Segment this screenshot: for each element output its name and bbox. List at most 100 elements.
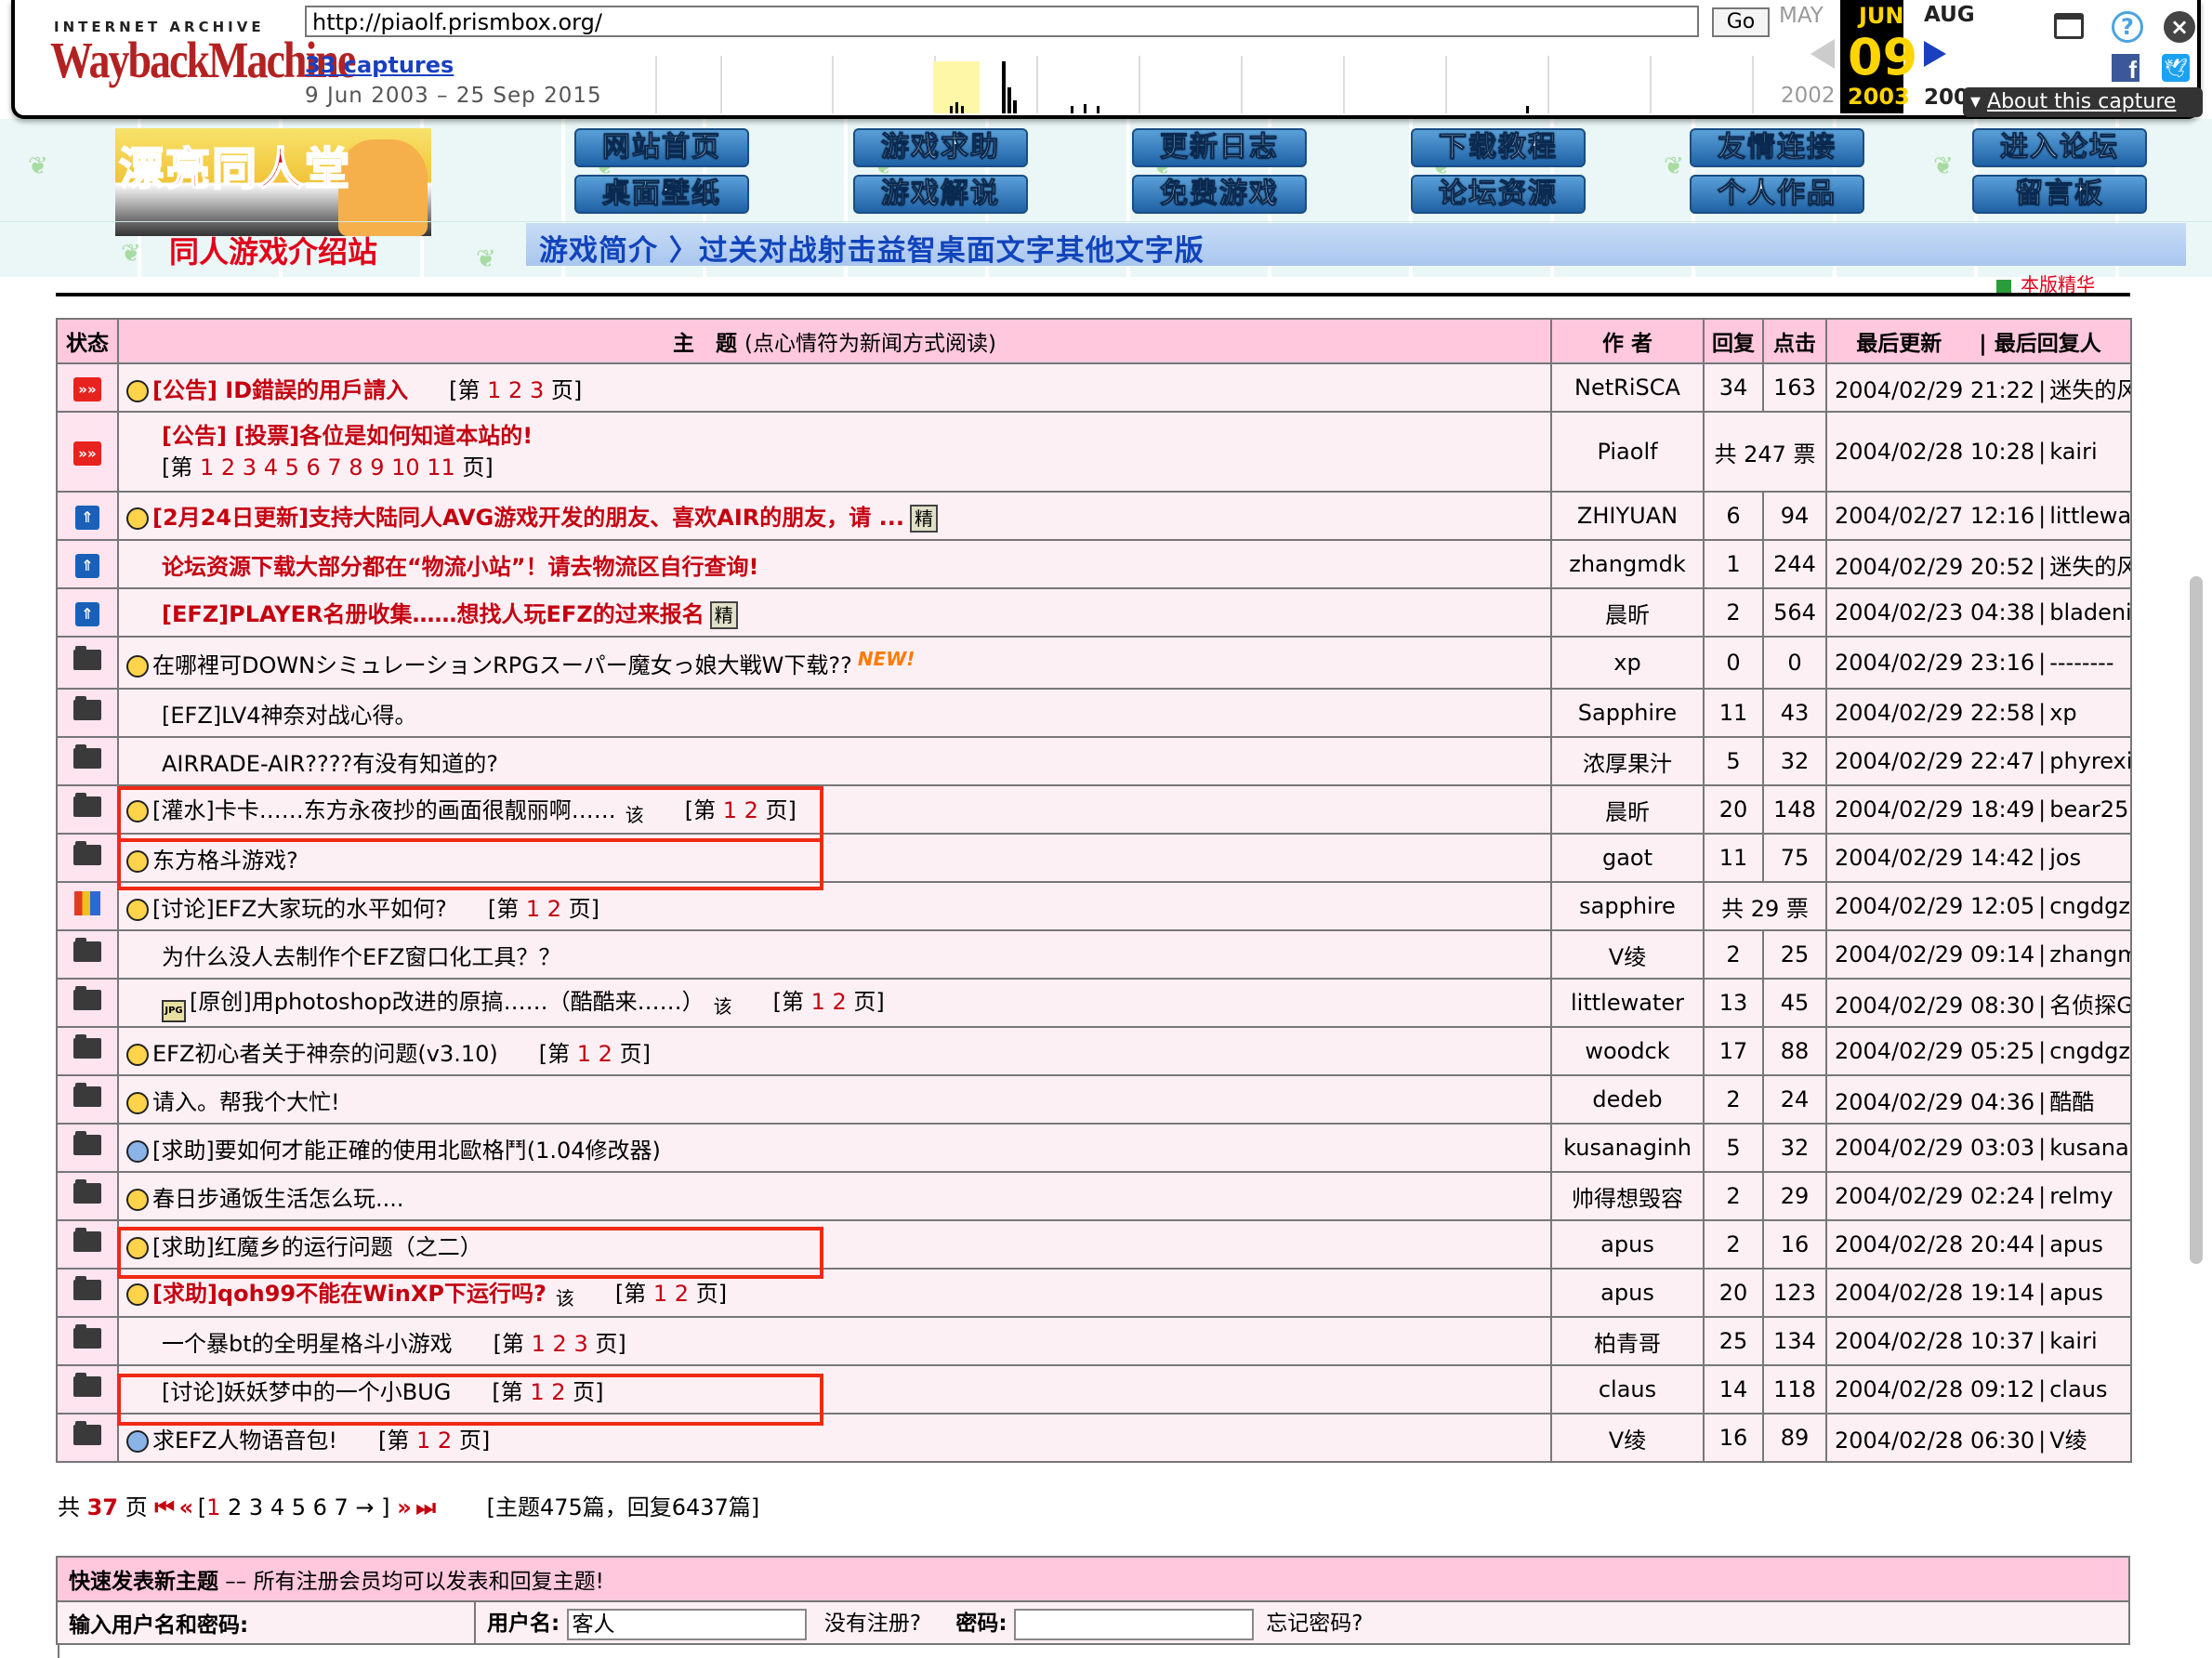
nav-forum-resources[interactable]: 论坛资源	[1411, 175, 1586, 214]
page-links[interactable]: [第 1 2 页]	[539, 1041, 651, 1067]
page-links[interactable]: [第 1 2 页]	[378, 1428, 490, 1454]
subject-cell[interactable]: [2月24日更新]支持大陆同人AVG游戏开发的朋友、喜欢AIR的朋友，请 ...…	[117, 491, 1552, 541]
last-replier[interactable]: bear2518	[2049, 796, 2129, 822]
next-capture-arrow-icon[interactable]	[1924, 41, 1946, 67]
last-replier[interactable]: bladenick	[2049, 599, 2129, 625]
last-replier[interactable]: kairi	[2049, 1328, 2097, 1354]
author[interactable]: NetRiSCA	[1550, 362, 1705, 413]
table-row[interactable]: 为什么没人去制作个EFZ窗口化工具？？ V绫 2 25 2004/02/29 0…	[56, 929, 2132, 980]
topic-title[interactable]: [原创]用photoshop改进的原搞……（酷酷来……）	[190, 989, 704, 1015]
nav-download-tutorial[interactable]: 下载教程	[1411, 128, 1586, 167]
table-row[interactable]: »» [公告] ID錯誤的用戶請入 [第 1 2 3 页] NetRiSCA 34…	[56, 362, 2132, 413]
last-replier[interactable]: claus	[2049, 1376, 2107, 1402]
last-replier[interactable]: xp	[2049, 700, 2076, 726]
last-page-icon[interactable]: ⏭	[415, 1494, 436, 1520]
prev-page-icon[interactable]: «	[179, 1494, 193, 1520]
topic-title[interactable]: [求助]qoh99不能在WinXP下运行吗?	[152, 1281, 546, 1307]
author[interactable]: 晨昕	[1550, 587, 1705, 638]
topic-title[interactable]: [2月24日更新]支持大陆同人AVG游戏开发的朋友、喜欢AIR的朋友，请 ...	[152, 505, 904, 531]
nav-free-games[interactable]: 免费游戏	[1132, 175, 1307, 214]
last-replier[interactable]: kairi	[2049, 439, 2097, 465]
last-replier[interactable]: phyrexian	[2049, 748, 2129, 774]
table-row[interactable]: [求助]要如何才能正確的使用北歐格鬥(1.04修改器) kusanaginh 5…	[56, 1123, 2132, 1173]
last-replier[interactable]: kusanaginh	[2049, 1135, 2129, 1161]
author[interactable]: 晨昕	[1550, 784, 1705, 835]
last-replier[interactable]: 迷失的风儿	[2049, 377, 2129, 403]
author[interactable]: littlewater	[1550, 978, 1705, 1028]
last-replier[interactable]: 酷酷	[2049, 1089, 2094, 1115]
topic-title[interactable]: [公告] ID錯誤的用戶請入	[152, 377, 408, 403]
author[interactable]: kusanaginh	[1550, 1123, 1705, 1173]
page-links[interactable]: [第 1 2 页]	[773, 989, 885, 1015]
last-replier[interactable]: apus	[2049, 1280, 2103, 1306]
author[interactable]: apus	[1550, 1219, 1705, 1270]
page-links[interactable]: [第 1 2 3 页]	[494, 1331, 626, 1357]
table-row[interactable]: AIRRADE-AIR????有没有知道的? 浓厚果汁 5 32 2004/02…	[56, 736, 2132, 786]
author[interactable]: 浓厚果汁	[1550, 736, 1705, 786]
topic-title[interactable]: [EFZ]PLAYER名册收集……想找人玩EFZ的过来报名	[162, 601, 704, 627]
forgot-password-link[interactable]: 忘记密码?	[1266, 1612, 1363, 1636]
table-row[interactable]: ⇑ [EFZ]PLAYER名册收集……想找人玩EFZ的过来报名精 晨昕 2 56…	[56, 587, 2132, 638]
nav-home[interactable]: 网站首页	[574, 128, 749, 167]
captures-link[interactable]: 33 captures	[305, 52, 454, 78]
table-row[interactable]: EFZ初心者关于神奈的问题(v3.10) [第 1 2 页] woodck 17 …	[56, 1026, 2132, 1076]
topic-title[interactable]: 为什么没人去制作个EFZ窗口化工具？？	[162, 944, 560, 970]
username-input[interactable]: 客人	[566, 1608, 807, 1640]
subject-cell[interactable]: [EFZ]LV4神奈对战心得。	[117, 688, 1552, 738]
subject-cell[interactable]: [公告] ID錯誤的用戶請入 [第 1 2 3 页]	[117, 362, 1552, 413]
page-links[interactable]: [第 1 2 3 页]	[449, 377, 582, 403]
subject-cell[interactable]: 为什么没人去制作个EFZ窗口化工具？？	[117, 929, 1552, 980]
calendar-icon[interactable]	[2054, 13, 2084, 39]
month-prev[interactable]: MAY	[1779, 4, 1824, 28]
author[interactable]: 帅得想毁容	[1550, 1171, 1705, 1221]
subject-cell[interactable]: 一个暴bt的全明星格斗小游戏 [第 1 2 3 页]	[117, 1316, 1552, 1366]
close-icon[interactable]: ×	[2164, 11, 2195, 43]
subject-cell[interactable]: EFZ初心者关于神奈的问题(v3.10) [第 1 2 页]	[117, 1026, 1552, 1076]
topic-title[interactable]: [求助]要如何才能正確的使用北歐格鬥(1.04修改器)	[152, 1138, 661, 1164]
topic-title[interactable]: 论坛资源下载大部分都在“物流小站”！请去物流区自行查询!	[162, 554, 759, 580]
page-links[interactable]: [第 1 2 页]	[615, 1281, 727, 1307]
subject-cell[interactable]: 论坛资源下载大部分都在“物流小站”！请去物流区自行查询!	[117, 539, 1552, 589]
last-replier[interactable]: 名侦探GOD	[2049, 993, 2129, 1019]
table-row[interactable]: 请入。帮我个大忙! dedeb 2 24 2004/02/29 04:36 | 酷酷	[56, 1074, 2132, 1125]
topic-title[interactable]: [讨论]EFZ大家玩的水平如何?	[152, 896, 447, 922]
next-page-icon[interactable]: »	[397, 1494, 411, 1520]
nav-friend-links[interactable]: 友情连接	[1690, 128, 1864, 167]
table-row[interactable]: JPG [原创]用photoshop改进的原搞……（酷酷来……） 该 [第 1 2 页…	[56, 978, 2132, 1028]
nav-game-guides[interactable]: 游戏解说	[853, 175, 1028, 214]
first-page-icon[interactable]: ⏮	[154, 1494, 175, 1520]
author[interactable]: Piaolf	[1550, 411, 1705, 493]
topic-title[interactable]: AIRRADE-AIR????有没有知道的?	[162, 751, 498, 777]
last-replier[interactable]: cngdgzyzm	[2049, 1038, 2129, 1064]
table-row[interactable]: »» [公告] [投票]各位是如何知道本站的! [第 1 2 3 4 5 6 7 …	[56, 411, 2132, 493]
about-capture-dropdown[interactable]: ▾ About this capture	[1963, 87, 2203, 117]
last-replier[interactable]: 迷失的风儿	[2049, 554, 2129, 580]
author[interactable]: V绫	[1550, 1413, 1705, 1463]
author[interactable]: Sapphire	[1550, 688, 1705, 738]
capture-sparkline[interactable]	[600, 56, 1790, 113]
author[interactable]: ZHIYUAN	[1550, 491, 1705, 541]
year-prev[interactable]: 2002	[1781, 84, 1836, 108]
register-link[interactable]: 没有注册?	[824, 1612, 921, 1636]
author[interactable]: dedeb	[1550, 1074, 1705, 1125]
author[interactable]: zhangmdk	[1550, 539, 1705, 589]
topic-title[interactable]: EFZ初心者关于神奈的问题(v3.10)	[152, 1041, 498, 1067]
author[interactable]: claus	[1550, 1364, 1705, 1415]
last-replier[interactable]: jos	[2049, 845, 2081, 871]
nav-game-help[interactable]: 游戏求助	[853, 128, 1028, 167]
topic-title[interactable]: 请入。帮我个大忙!	[152, 1089, 340, 1115]
author[interactable]: apus	[1550, 1268, 1705, 1318]
author[interactable]: woodck	[1550, 1026, 1705, 1076]
nav-wallpapers[interactable]: 桌面壁纸	[574, 175, 749, 214]
last-replier[interactable]: cngdgzyzm	[2049, 893, 2129, 919]
author[interactable]: xp	[1550, 636, 1705, 690]
author[interactable]: V绫	[1550, 929, 1705, 980]
wayback-url-input[interactable]: http://piaolf.prismbox.org/	[305, 6, 1699, 37]
last-replier[interactable]: V绫	[2049, 1428, 2087, 1454]
twitter-icon[interactable]: 🕊	[2162, 54, 2190, 82]
subject-cell[interactable]: 在哪裡可DOWNシミュレーションRPGスーパー魔女っ娘大戦W下载?? NEW!	[117, 636, 1552, 690]
table-row[interactable]: [EFZ]LV4神奈对战心得。 Sapphire 11 43 2004/02/2…	[56, 688, 2132, 738]
wayback-go-button[interactable]: Go	[1712, 7, 1770, 37]
help-icon[interactable]: ?	[2112, 11, 2143, 43]
table-row[interactable]: ⇑ [2月24日更新]支持大陆同人AVG游戏开发的朋友、喜欢AIR的朋友，请 .…	[56, 491, 2132, 541]
